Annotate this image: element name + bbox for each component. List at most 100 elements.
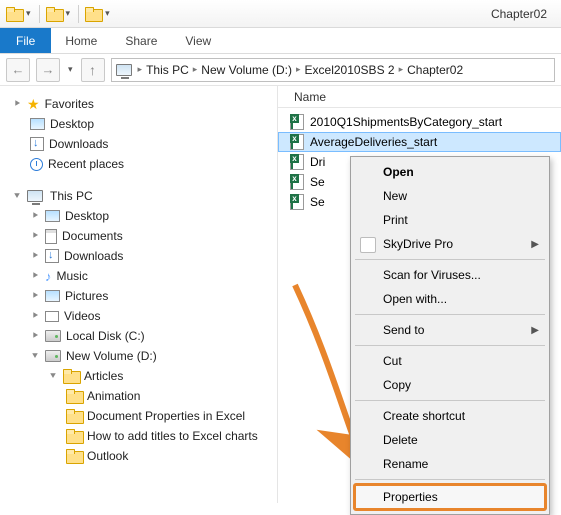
folder-icon (66, 389, 82, 403)
back-button[interactable]: ← (6, 58, 30, 82)
tree-label: How to add titles to Excel charts (87, 429, 258, 443)
menu-item-openwith[interactable]: Open with... (353, 287, 547, 311)
tree-item[interactable]: ⯈ Documents (8, 226, 271, 246)
file-name: Se (310, 195, 325, 209)
up-button[interactable]: ↑ (81, 58, 105, 82)
address-bar[interactable]: ▸ This PC ▸ New Volume (D:) ▸ Excel2010S… (111, 58, 555, 82)
breadcrumb-segment[interactable]: Excel2010SBS 2 (305, 63, 395, 77)
history-dropdown-icon[interactable]: ▾ (66, 64, 75, 75)
menu-item-rename[interactable]: Rename (353, 452, 547, 476)
expander-icon[interactable]: ⯆ (30, 351, 40, 362)
file-row[interactable]: 2010Q1ShipmentsByCategory_start (278, 112, 561, 132)
menu-item-cut[interactable]: Cut (353, 349, 547, 373)
tree-item-downloads[interactable]: Downloads (8, 134, 271, 154)
submenu-arrow-icon: ▶ (531, 325, 539, 336)
tree-item[interactable]: ⯈Local Disk (C:) (8, 326, 271, 346)
chevron-right-icon[interactable]: ▸ (136, 64, 145, 75)
menu-label: SkyDrive Pro (383, 237, 453, 251)
forward-button[interactable]: → (36, 58, 60, 82)
breadcrumb-segment[interactable]: New Volume (D:) (201, 63, 292, 77)
expander-icon[interactable]: ⯈ (30, 331, 40, 342)
tree-item[interactable]: Animation (8, 386, 271, 406)
expander-icon[interactable]: ⯆ (12, 191, 22, 202)
chevron-down-icon[interactable]: ▾ (24, 8, 33, 19)
tab-view[interactable]: View (171, 28, 225, 53)
tree-item[interactable]: ⯈Pictures (8, 286, 271, 306)
file-tab[interactable]: File (0, 28, 51, 53)
window-title: Chapter02 (491, 7, 555, 21)
file-row[interactable]: AverageDeliveries_start (278, 132, 561, 152)
menu-item-new[interactable]: New (353, 184, 547, 208)
recent-icon (30, 158, 43, 171)
tree-item[interactable]: Document Properties in Excel (8, 406, 271, 426)
tree-label: Documents (62, 229, 123, 243)
tree-item[interactable]: ⯆ New Volume (D:) (8, 346, 271, 366)
tree-label: Animation (87, 389, 140, 403)
expander-icon[interactable]: ⯈ (30, 271, 40, 282)
menu-item-sendto[interactable]: Send to ▶ (353, 318, 547, 342)
app-icon (6, 7, 22, 21)
tree-item[interactable]: How to add titles to Excel charts (8, 426, 271, 446)
properties-icon[interactable] (46, 7, 62, 21)
menu-item-scan[interactable]: Scan for Viruses... (353, 263, 547, 287)
expander-icon[interactable]: ⯈ (12, 99, 22, 110)
menu-item-properties[interactable]: Properties (353, 483, 547, 511)
menu-label: Send to (383, 323, 424, 337)
tree-item[interactable]: ⯈Desktop (8, 206, 271, 226)
tree-item-articles[interactable]: ⯆Articles (8, 366, 271, 386)
tree-thispc[interactable]: ⯆ This PC (8, 186, 271, 206)
expander-icon[interactable]: ⯈ (30, 251, 40, 262)
tree-label: Desktop (50, 117, 94, 131)
menu-item-delete[interactable]: Delete (353, 428, 547, 452)
quick-access-toolbar: ▾ ▾ ▾ (6, 5, 112, 23)
chevron-right-icon[interactable]: ▸ (191, 64, 200, 75)
tree-label: Downloads (49, 137, 108, 151)
menu-item-open[interactable]: Open (353, 160, 547, 184)
menu-separator (355, 400, 545, 401)
expander-icon[interactable]: ⯈ (30, 291, 40, 302)
tree-item[interactable]: Outlook (8, 446, 271, 466)
tree-item[interactable]: ⯈Videos (8, 306, 271, 326)
title-bar: ▾ ▾ ▾ Chapter02 (0, 0, 561, 28)
breadcrumb-segment[interactable]: This PC (146, 63, 189, 77)
expander-icon[interactable]: ⯈ (30, 211, 40, 222)
excel-file-icon (290, 134, 304, 150)
menu-item-shortcut[interactable]: Create shortcut (353, 404, 547, 428)
drive-icon (45, 330, 61, 342)
tree-label: Music (57, 269, 88, 283)
tree-item-recent[interactable]: Recent places (8, 154, 271, 174)
menu-item-print[interactable]: Print (353, 208, 547, 232)
tree-item-desktop[interactable]: Desktop (8, 114, 271, 134)
documents-icon (45, 229, 57, 244)
file-name: 2010Q1ShipmentsByCategory_start (310, 115, 502, 129)
expander-icon[interactable]: ⯈ (30, 231, 40, 242)
this-pc-icon (27, 190, 43, 202)
column-header-name[interactable]: Name (278, 86, 561, 108)
qat-customize-icon[interactable]: ▾ (103, 8, 112, 19)
download-icon (30, 137, 44, 151)
drive-icon (45, 350, 61, 362)
menu-item-copy[interactable]: Copy (353, 373, 547, 397)
tree-favorites[interactable]: ⯈ ★ Favorites (8, 94, 271, 114)
chevron-down-icon[interactable]: ▾ (64, 8, 73, 19)
file-name: Se (310, 175, 325, 189)
menu-item-skydrive[interactable]: SkyDrive Pro▶ (353, 232, 547, 256)
expander-icon[interactable]: ⯈ (30, 311, 40, 322)
new-folder-icon[interactable] (85, 7, 101, 21)
breadcrumb-segment[interactable]: Chapter02 (407, 63, 463, 77)
download-icon (45, 249, 59, 263)
tree-label: Recent places (48, 157, 124, 171)
file-name: Dri (310, 155, 325, 169)
desktop-icon (30, 118, 45, 130)
chevron-right-icon[interactable]: ▸ (397, 64, 406, 75)
tree-item[interactable]: ⯈ Downloads (8, 246, 271, 266)
tree-label: Downloads (64, 249, 123, 263)
chevron-right-icon[interactable]: ▸ (294, 64, 303, 75)
tab-share[interactable]: Share (111, 28, 171, 53)
tree-item[interactable]: ⯈ Music (8, 266, 271, 286)
excel-file-icon (290, 174, 304, 190)
tab-home[interactable]: Home (51, 28, 111, 53)
tree-label: New Volume (D:) (66, 349, 157, 363)
expander-icon[interactable]: ⯆ (48, 371, 58, 382)
folder-icon (63, 369, 79, 383)
